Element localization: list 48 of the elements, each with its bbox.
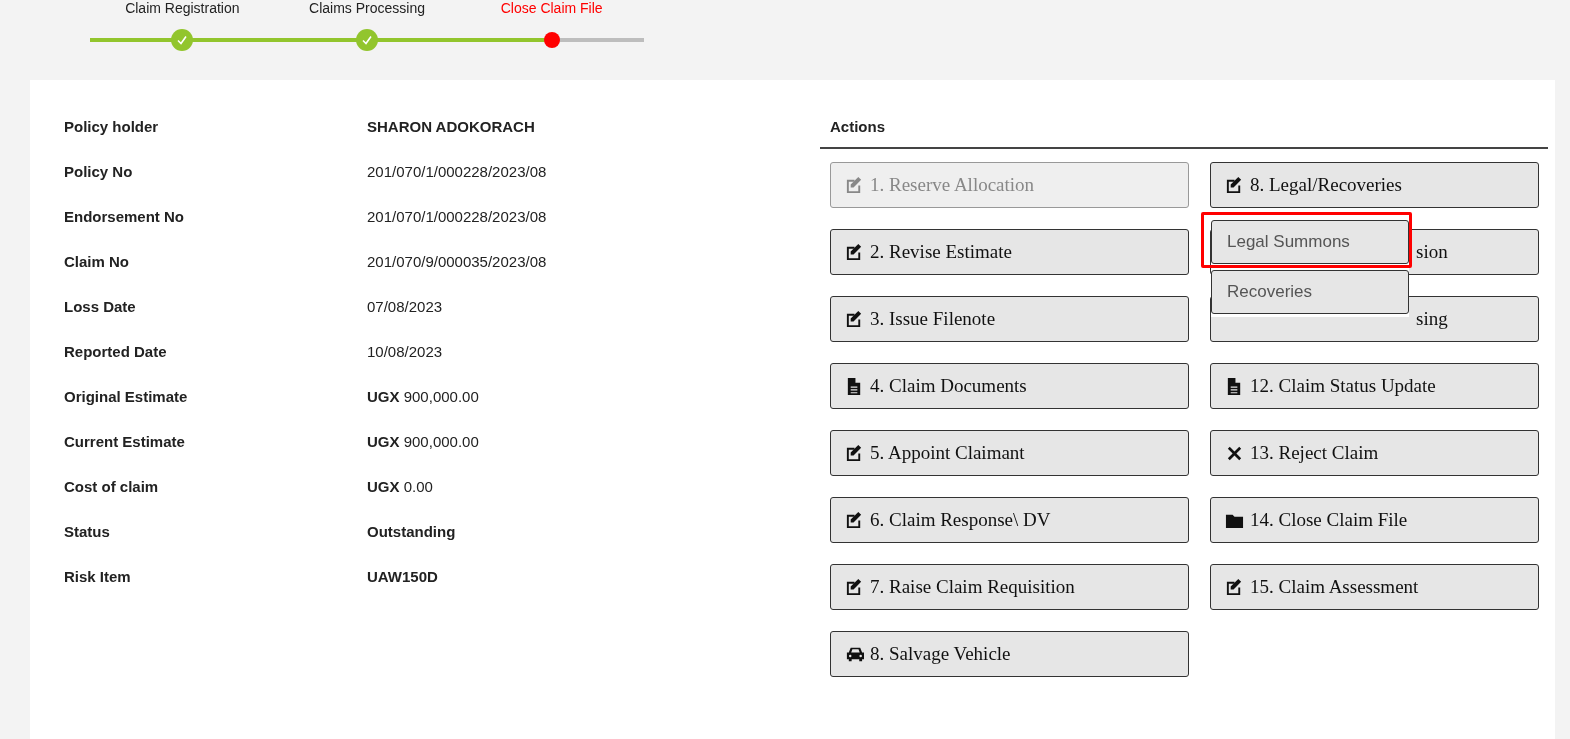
field-value: Outstanding [367,523,456,540]
field-value: UGX 900,000.00 [367,388,479,405]
field-label: Claim No [64,253,130,270]
field-value: 201/070/1/000228/2023/08 [367,208,547,225]
pencil-square-icon [1225,175,1244,195]
pencil-square-icon [845,242,864,262]
field-label: Cost of claim [64,478,160,495]
menu-item[interactable]: Recoveries [1211,270,1409,314]
action-button[interactable]: 6. Claim Response\ DV [830,497,1189,543]
field-label: Current Estimate [64,433,186,450]
pencil-square-icon [845,309,864,329]
field-label: Reported Date [64,343,168,360]
field-label: Status [64,523,111,540]
action-button[interactable]: 4. Claim Documents [830,363,1189,409]
field-label: Loss Date [64,298,137,315]
menu-item[interactable]: Legal Summons [1211,220,1409,264]
step-label: Claims Processing [308,0,426,18]
field-label: Policy No [64,163,134,180]
field-value: 201/070/9/000035/2023/08 [367,253,547,270]
field-value: UGX 900,000.00 [367,433,479,450]
pencil-square-icon [845,510,864,530]
action-button[interactable]: 15. Claim Assessment [1210,564,1539,610]
action-button[interactable]: 2. Revise Estimate [830,229,1189,275]
field-value: 201/070/1/000228/2023/08 [367,163,547,180]
step-label: Close Claim File [499,0,604,18]
field-value: SHARON ADOKORACH [367,118,535,135]
action-button[interactable]: 8. Salvage Vehicle [830,631,1189,677]
field-label: Policy holder [64,118,160,135]
field-label: Risk Item [64,568,132,585]
action-button[interactable]: 3. Issue Filenote [830,296,1189,342]
step-label: Claim Registration [124,0,241,18]
action-button[interactable]: 12. Claim Status Update [1210,363,1539,409]
field-value: UGX 0.00 [367,478,433,495]
pencil-square-icon [1225,577,1244,597]
action-button[interactable]: 8. Legal/Recoveries [1210,162,1539,208]
action-button[interactable]: 7. Raise Claim Requisition [830,564,1189,610]
pencil-square-icon [845,577,864,597]
field-value: 10/08/2023 [367,343,443,360]
action-button[interactable]: 5. Appoint Claimant [830,430,1189,476]
action-button[interactable]: 14. Close Claim File [1210,497,1539,543]
pencil-square-icon [845,175,864,195]
pencil-square-icon [845,443,864,463]
field-label: Endorsement No [64,208,185,225]
field-label: Original Estimate [64,388,189,405]
action-button[interactable]: 13. Reject Claim [1210,430,1539,476]
field-value: 07/08/2023 [367,298,443,315]
section-title: Actions [820,118,1548,149]
field-value: UAW150D [367,568,438,585]
